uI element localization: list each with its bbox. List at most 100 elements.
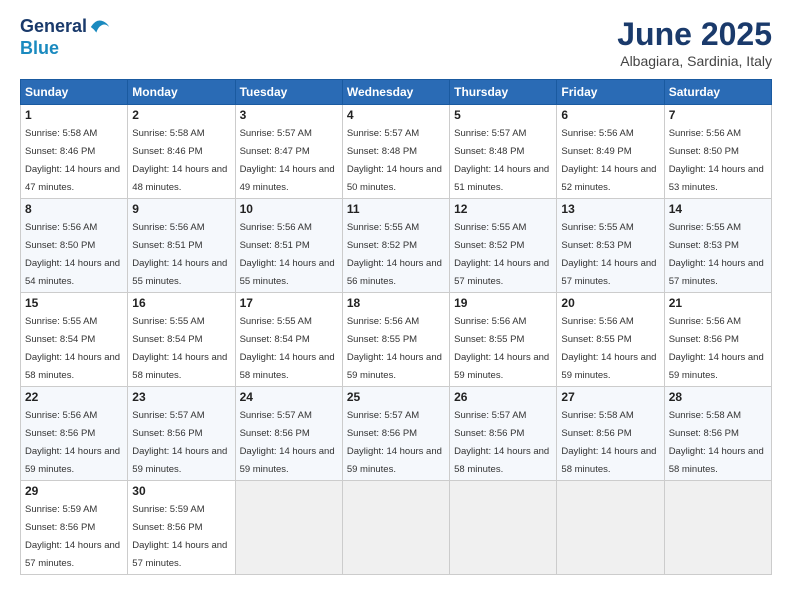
day-info: Sunrise: 5:55 AMSunset: 8:53 PMDaylight:… — [669, 222, 764, 287]
day-info: Sunrise: 5:55 AMSunset: 8:52 PMDaylight:… — [347, 222, 442, 287]
day-info: Sunrise: 5:55 AMSunset: 8:52 PMDaylight:… — [454, 222, 549, 287]
day-number: 29 — [25, 484, 123, 498]
day-info: Sunrise: 5:57 AMSunset: 8:56 PMDaylight:… — [240, 410, 335, 475]
day-info: Sunrise: 5:56 AMSunset: 8:49 PMDaylight:… — [561, 128, 656, 193]
day-cell-19: 19 Sunrise: 5:56 AMSunset: 8:55 PMDaylig… — [450, 293, 557, 387]
logo-icon — [89, 16, 111, 38]
day-cell-1: 1 Sunrise: 5:58 AMSunset: 8:46 PMDayligh… — [21, 105, 128, 199]
day-cell-20: 20 Sunrise: 5:56 AMSunset: 8:55 PMDaylig… — [557, 293, 664, 387]
day-cell-10: 10 Sunrise: 5:56 AMSunset: 8:51 PMDaylig… — [235, 199, 342, 293]
day-number: 25 — [347, 390, 445, 404]
day-cell-12: 12 Sunrise: 5:55 AMSunset: 8:52 PMDaylig… — [450, 199, 557, 293]
day-number: 6 — [561, 108, 659, 122]
day-info: Sunrise: 5:56 AMSunset: 8:56 PMDaylight:… — [25, 410, 120, 475]
day-number: 19 — [454, 296, 552, 310]
empty-cell — [235, 481, 342, 575]
day-info: Sunrise: 5:56 AMSunset: 8:55 PMDaylight:… — [561, 316, 656, 381]
day-cell-17: 17 Sunrise: 5:55 AMSunset: 8:54 PMDaylig… — [235, 293, 342, 387]
day-cell-6: 6 Sunrise: 5:56 AMSunset: 8:49 PMDayligh… — [557, 105, 664, 199]
day-number: 11 — [347, 202, 445, 216]
day-number: 3 — [240, 108, 338, 122]
day-info: Sunrise: 5:55 AMSunset: 8:53 PMDaylight:… — [561, 222, 656, 287]
day-number: 4 — [347, 108, 445, 122]
calendar-week-1: 1 Sunrise: 5:58 AMSunset: 8:46 PMDayligh… — [21, 105, 772, 199]
day-number: 1 — [25, 108, 123, 122]
day-number: 5 — [454, 108, 552, 122]
calendar-week-4: 22 Sunrise: 5:56 AMSunset: 8:56 PMDaylig… — [21, 387, 772, 481]
day-number: 28 — [669, 390, 767, 404]
month-title: June 2025 — [617, 16, 772, 53]
col-header-tuesday: Tuesday — [235, 80, 342, 105]
day-cell-16: 16 Sunrise: 5:55 AMSunset: 8:54 PMDaylig… — [128, 293, 235, 387]
day-number: 26 — [454, 390, 552, 404]
day-info: Sunrise: 5:55 AMSunset: 8:54 PMDaylight:… — [240, 316, 335, 381]
day-cell-13: 13 Sunrise: 5:55 AMSunset: 8:53 PMDaylig… — [557, 199, 664, 293]
col-header-thursday: Thursday — [450, 80, 557, 105]
calendar-table: SundayMondayTuesdayWednesdayThursdayFrid… — [20, 79, 772, 575]
day-info: Sunrise: 5:58 AMSunset: 8:56 PMDaylight:… — [669, 410, 764, 475]
empty-cell — [342, 481, 449, 575]
day-number: 27 — [561, 390, 659, 404]
day-cell-21: 21 Sunrise: 5:56 AMSunset: 8:56 PMDaylig… — [664, 293, 771, 387]
day-cell-14: 14 Sunrise: 5:55 AMSunset: 8:53 PMDaylig… — [664, 199, 771, 293]
day-number: 13 — [561, 202, 659, 216]
day-cell-26: 26 Sunrise: 5:57 AMSunset: 8:56 PMDaylig… — [450, 387, 557, 481]
day-info: Sunrise: 5:56 AMSunset: 8:50 PMDaylight:… — [25, 222, 120, 287]
day-number: 7 — [669, 108, 767, 122]
col-header-sunday: Sunday — [21, 80, 128, 105]
day-info: Sunrise: 5:55 AMSunset: 8:54 PMDaylight:… — [25, 316, 120, 381]
subtitle: Albagiara, Sardinia, Italy — [617, 53, 772, 69]
calendar-header-row: SundayMondayTuesdayWednesdayThursdayFrid… — [21, 80, 772, 105]
day-cell-22: 22 Sunrise: 5:56 AMSunset: 8:56 PMDaylig… — [21, 387, 128, 481]
day-info: Sunrise: 5:56 AMSunset: 8:55 PMDaylight:… — [454, 316, 549, 381]
day-cell-27: 27 Sunrise: 5:58 AMSunset: 8:56 PMDaylig… — [557, 387, 664, 481]
empty-cell — [557, 481, 664, 575]
day-cell-30: 30 Sunrise: 5:59 AMSunset: 8:56 PMDaylig… — [128, 481, 235, 575]
calendar-week-5: 29 Sunrise: 5:59 AMSunset: 8:56 PMDaylig… — [21, 481, 772, 575]
day-info: Sunrise: 5:55 AMSunset: 8:54 PMDaylight:… — [132, 316, 227, 381]
day-number: 14 — [669, 202, 767, 216]
day-info: Sunrise: 5:56 AMSunset: 8:51 PMDaylight:… — [132, 222, 227, 287]
day-cell-7: 7 Sunrise: 5:56 AMSunset: 8:50 PMDayligh… — [664, 105, 771, 199]
day-info: Sunrise: 5:57 AMSunset: 8:56 PMDaylight:… — [132, 410, 227, 475]
logo-text-blue: Blue — [20, 38, 111, 59]
day-cell-28: 28 Sunrise: 5:58 AMSunset: 8:56 PMDaylig… — [664, 387, 771, 481]
day-cell-25: 25 Sunrise: 5:57 AMSunset: 8:56 PMDaylig… — [342, 387, 449, 481]
day-info: Sunrise: 5:56 AMSunset: 8:55 PMDaylight:… — [347, 316, 442, 381]
logo-text-general: General — [20, 17, 87, 37]
logo: General Blue — [20, 16, 111, 59]
day-info: Sunrise: 5:58 AMSunset: 8:46 PMDaylight:… — [132, 128, 227, 193]
day-number: 17 — [240, 296, 338, 310]
day-info: Sunrise: 5:58 AMSunset: 8:56 PMDaylight:… — [561, 410, 656, 475]
day-info: Sunrise: 5:56 AMSunset: 8:51 PMDaylight:… — [240, 222, 335, 287]
day-cell-18: 18 Sunrise: 5:56 AMSunset: 8:55 PMDaylig… — [342, 293, 449, 387]
day-number: 24 — [240, 390, 338, 404]
day-info: Sunrise: 5:57 AMSunset: 8:56 PMDaylight:… — [347, 410, 442, 475]
day-cell-23: 23 Sunrise: 5:57 AMSunset: 8:56 PMDaylig… — [128, 387, 235, 481]
day-cell-3: 3 Sunrise: 5:57 AMSunset: 8:47 PMDayligh… — [235, 105, 342, 199]
col-header-saturday: Saturday — [664, 80, 771, 105]
empty-cell — [664, 481, 771, 575]
title-block: June 2025 Albagiara, Sardinia, Italy — [617, 16, 772, 69]
day-cell-11: 11 Sunrise: 5:55 AMSunset: 8:52 PMDaylig… — [342, 199, 449, 293]
day-number: 12 — [454, 202, 552, 216]
day-info: Sunrise: 5:59 AMSunset: 8:56 PMDaylight:… — [25, 504, 120, 569]
day-number: 20 — [561, 296, 659, 310]
col-header-friday: Friday — [557, 80, 664, 105]
day-info: Sunrise: 5:56 AMSunset: 8:56 PMDaylight:… — [669, 316, 764, 381]
day-info: Sunrise: 5:57 AMSunset: 8:48 PMDaylight:… — [454, 128, 549, 193]
day-number: 21 — [669, 296, 767, 310]
day-cell-8: 8 Sunrise: 5:56 AMSunset: 8:50 PMDayligh… — [21, 199, 128, 293]
empty-cell — [450, 481, 557, 575]
col-header-wednesday: Wednesday — [342, 80, 449, 105]
day-info: Sunrise: 5:59 AMSunset: 8:56 PMDaylight:… — [132, 504, 227, 569]
col-header-monday: Monday — [128, 80, 235, 105]
calendar-week-2: 8 Sunrise: 5:56 AMSunset: 8:50 PMDayligh… — [21, 199, 772, 293]
day-number: 8 — [25, 202, 123, 216]
day-number: 23 — [132, 390, 230, 404]
day-cell-29: 29 Sunrise: 5:59 AMSunset: 8:56 PMDaylig… — [21, 481, 128, 575]
day-cell-24: 24 Sunrise: 5:57 AMSunset: 8:56 PMDaylig… — [235, 387, 342, 481]
day-number: 2 — [132, 108, 230, 122]
day-number: 10 — [240, 202, 338, 216]
day-info: Sunrise: 5:58 AMSunset: 8:46 PMDaylight:… — [25, 128, 120, 193]
